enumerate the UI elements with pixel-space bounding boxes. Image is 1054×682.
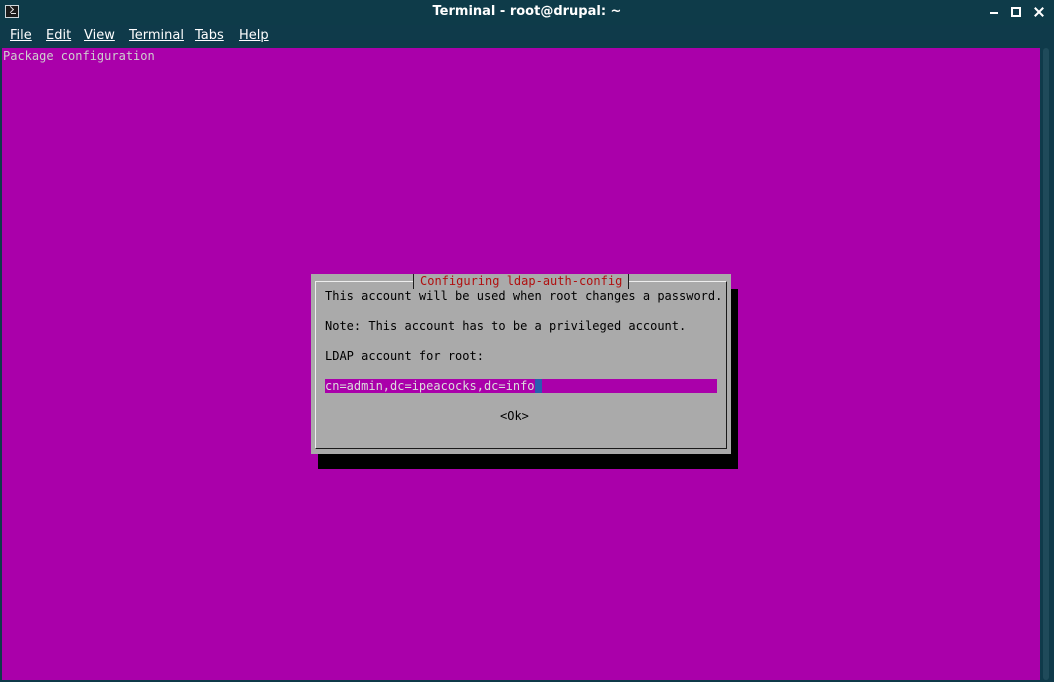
maximize-icon[interactable] [1009,5,1023,19]
ok-button[interactable]: <Ok> [500,409,529,424]
menu-view[interactable]: View [84,28,115,43]
terminal-window: Terminal - root@drupal: ~ File Edit View… [0,0,1054,682]
menu-terminal[interactable]: Terminal [129,28,184,43]
title-bar[interactable]: Terminal - root@drupal: ~ [0,0,1054,25]
menu-tabs[interactable]: Tabs [195,28,224,43]
minimize-icon[interactable] [987,5,1001,19]
dialog-title: Configuring ldap-auth-config [413,274,630,289]
menu-bar: File Edit View Terminal Tabs Help [0,25,1054,48]
ldap-config-dialog: Configuring ldap-auth-config This accoun… [311,274,731,454]
ldap-account-label: LDAP account for root: [325,349,484,363]
window-title: Terminal - root@drupal: ~ [432,4,622,19]
text-cursor [534,379,542,393]
dialog-note: Note: This account has to be a privilege… [325,319,687,333]
menu-tabs-label: Tabs [195,28,224,43]
menu-file[interactable]: File [10,28,32,43]
menu-view-label: View [84,28,115,43]
scrollbar[interactable] [1040,48,1052,680]
menu-terminal-label: Terminal [129,28,184,43]
terminal-area[interactable]: Package configuration Configuring ldap-a… [2,48,1040,680]
ldap-account-input[interactable]: cn=admin,dc=ipeacocks,dc=info [325,379,717,393]
package-configuration-header: Package configuration [3,49,155,63]
ldap-account-value: cn=admin,dc=ipeacocks,dc=info [325,379,535,393]
scrollbar-thumb[interactable] [1043,48,1049,680]
menu-file-label: File [10,28,32,43]
dialog-description: This account will be used when root chan… [325,289,723,303]
close-icon[interactable] [1032,5,1046,19]
menu-help[interactable]: Help [239,28,269,43]
menu-edit[interactable]: Edit [46,28,71,43]
menu-edit-label: Edit [46,28,72,43]
menu-help-label: Help [239,28,269,43]
